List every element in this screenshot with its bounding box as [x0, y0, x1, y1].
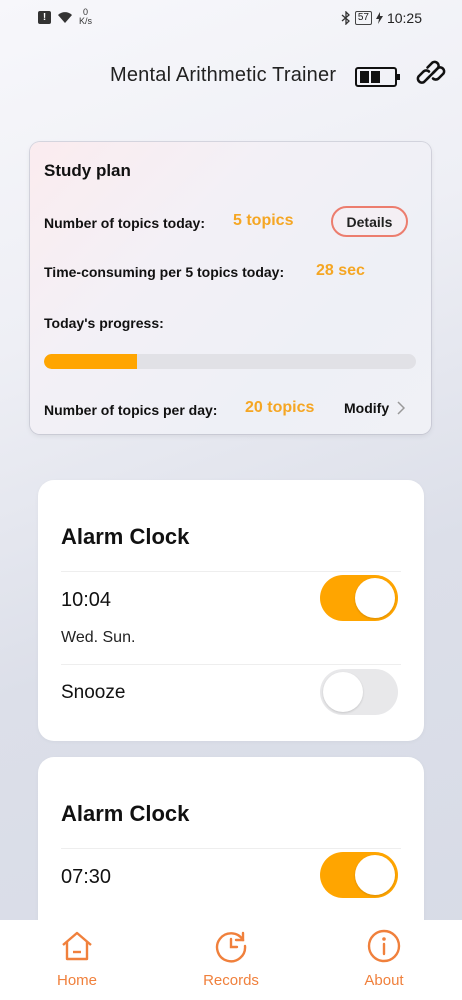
- snooze-toggle[interactable]: [320, 669, 398, 715]
- nav-home[interactable]: Home: [32, 928, 122, 998]
- divider: [61, 571, 401, 572]
- home-icon: [62, 931, 92, 961]
- battery-level: 57: [354, 11, 372, 25]
- details-button[interactable]: Details: [331, 206, 408, 237]
- alarm-card-1: Alarm Clock 10:04 Wed. Sun. Snooze: [38, 480, 424, 741]
- chevron-right-icon: [397, 401, 406, 415]
- charging-icon: [375, 12, 383, 24]
- bluetooth-icon: [341, 11, 350, 25]
- clock-icon: [215, 931, 247, 963]
- clock-time: 10:25: [386, 10, 422, 26]
- divider: [61, 664, 401, 665]
- progress-bar: [44, 354, 416, 369]
- nav-about-label: About: [364, 972, 404, 989]
- alarm-days: Wed. Sun.: [61, 629, 136, 646]
- modify-button[interactable]: Modify: [344, 400, 406, 416]
- toggle-knob: [355, 578, 395, 618]
- progress-fill: [44, 354, 137, 369]
- topics-per-day-value: 20 topics: [245, 399, 315, 416]
- toggle-knob: [355, 855, 395, 895]
- snooze-label: Snooze: [61, 682, 126, 703]
- device-battery-icon: [355, 67, 400, 87]
- nav-records[interactable]: Records: [186, 928, 276, 998]
- net-speed-unit: K/s: [79, 16, 93, 26]
- alarm-time[interactable]: 07:30: [61, 866, 111, 889]
- status-bar: ! 0 K/s 57 10:25: [0, 0, 462, 36]
- bottom-nav: Home Records About: [0, 920, 462, 1000]
- alert-icon: !: [38, 10, 51, 24]
- link-icon[interactable]: [416, 60, 446, 90]
- alarm-time[interactable]: 10:04: [61, 589, 111, 612]
- net-speed: 0 K/s: [79, 8, 92, 26]
- nav-home-label: Home: [56, 972, 97, 989]
- time-consuming-value: 28 sec: [316, 262, 365, 279]
- alarm-title: Alarm Clock: [61, 801, 190, 826]
- progress-label: Today's progress:: [44, 315, 164, 331]
- info-icon: [367, 929, 401, 963]
- toggle-knob: [323, 672, 363, 712]
- topics-per-day-label: Number of topics per day:: [44, 402, 218, 418]
- study-plan-title: Study plan: [44, 161, 131, 180]
- alarm-title: Alarm Clock: [61, 524, 190, 549]
- wifi-icon: [58, 11, 72, 23]
- topics-today-value: 5 topics: [233, 212, 294, 229]
- divider: [61, 848, 401, 849]
- nav-records-label: Records: [203, 972, 259, 989]
- study-plan-card: Study plan Number of topics today: 5 top…: [30, 142, 431, 434]
- topics-today-label: Number of topics today:: [44, 215, 206, 231]
- app-title: Mental Arithmetic Trainer: [110, 64, 337, 86]
- alarm-toggle[interactable]: [320, 575, 398, 621]
- alarm-toggle[interactable]: [320, 852, 398, 898]
- status-right: 57 10:25: [341, 10, 422, 26]
- status-left: ! 0 K/s: [38, 8, 92, 26]
- nav-about[interactable]: About: [339, 928, 429, 998]
- modify-label: Modify: [344, 400, 390, 416]
- time-consuming-label: Time-consuming per 5 topics today:: [44, 264, 285, 280]
